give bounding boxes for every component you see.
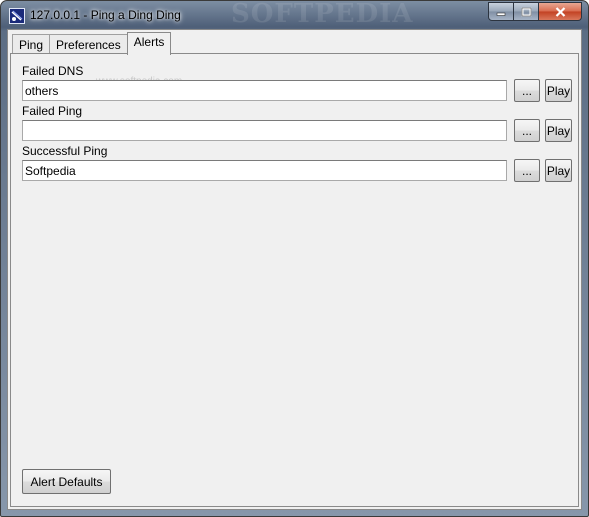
alert-defaults-button[interactable]: Alert Defaults <box>22 469 111 494</box>
tab-alerts[interactable]: Alerts <box>126 32 172 55</box>
failed-dns-play-button[interactable]: Play <box>545 79 572 102</box>
successful-ping-label: Successful Ping <box>22 144 108 158</box>
alerts-panel: www.softpedia.com Failed DNS ... Play Fa… <box>10 53 579 507</box>
title-bar[interactable]: SOFTPEDIA 127.0.0.1 - Ping a Ding Ding <box>1 1 588 29</box>
tab-strip: Ping Preferences Alerts <box>12 30 172 55</box>
window-title: 127.0.0.1 - Ping a Ding Ding <box>30 8 181 22</box>
failed-ping-browse-button[interactable]: ... <box>514 119 540 142</box>
ping-app-icon[interactable] <box>9 8 25 24</box>
app-window: SOFTPEDIA 127.0.0.1 - Ping a Ding Ding P… <box>0 0 589 517</box>
tab-preferences[interactable]: Preferences <box>49 34 128 54</box>
minimize-icon <box>496 12 506 16</box>
minimize-button[interactable] <box>488 2 514 21</box>
client-area: Ping Preferences Alerts www.softpedia.co… <box>7 29 582 510</box>
failed-dns-input[interactable] <box>22 80 507 101</box>
close-icon <box>555 6 565 17</box>
failed-dns-label: Failed DNS <box>22 64 84 78</box>
title-watermark: SOFTPEDIA <box>231 0 414 29</box>
failed-dns-browse-button[interactable]: ... <box>514 79 540 102</box>
successful-ping-play-button[interactable]: Play <box>545 159 572 182</box>
close-button[interactable] <box>539 2 582 21</box>
tab-ping[interactable]: Ping <box>12 34 51 54</box>
failed-ping-play-button[interactable]: Play <box>545 119 572 142</box>
failed-ping-input[interactable] <box>22 120 507 141</box>
failed-ping-label: Failed Ping <box>22 104 83 118</box>
successful-ping-browse-button[interactable]: ... <box>514 159 540 182</box>
caption-buttons <box>488 2 582 21</box>
successful-ping-input[interactable] <box>22 160 507 181</box>
maximize-button[interactable] <box>514 2 539 21</box>
maximize-icon <box>521 7 531 16</box>
